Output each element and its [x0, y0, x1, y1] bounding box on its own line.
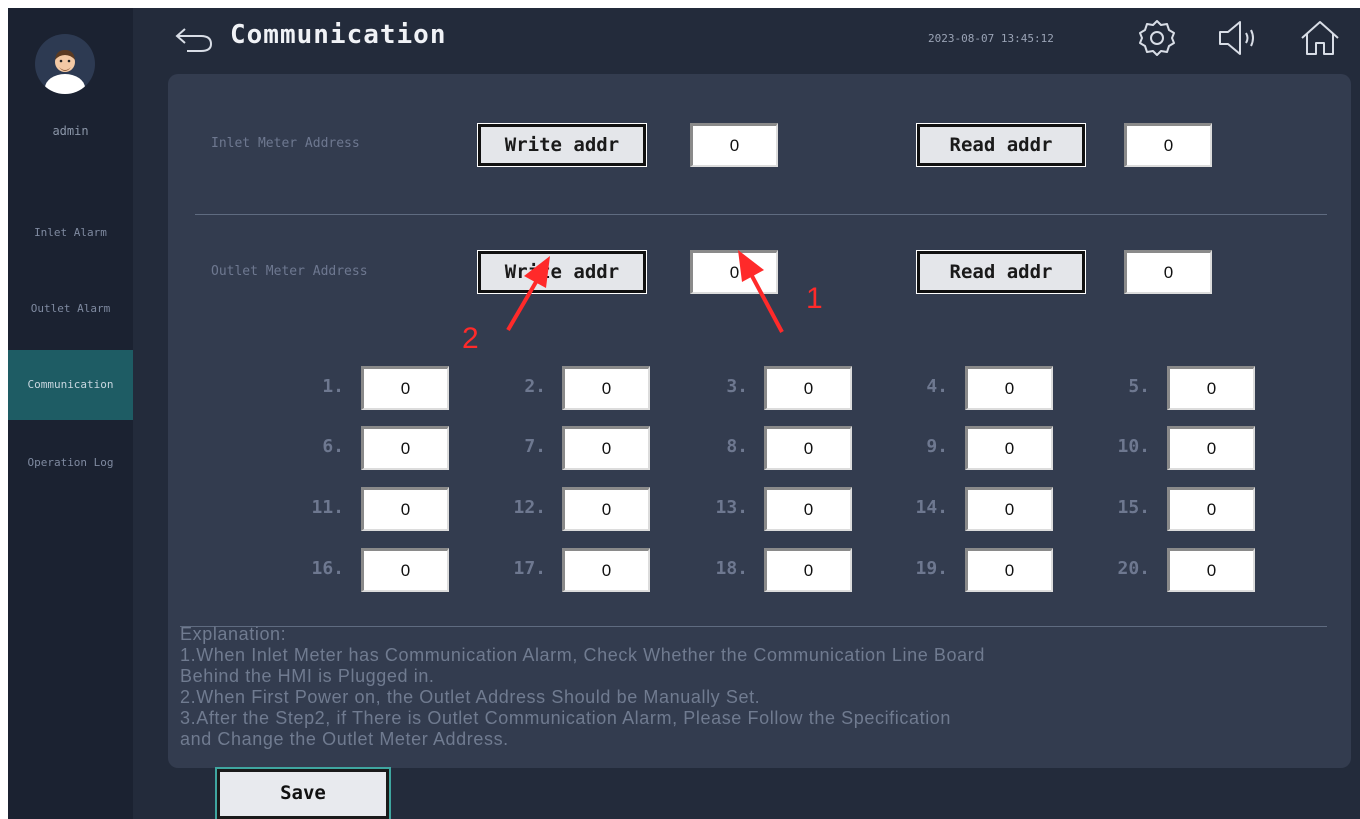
- annotation-label-1: 1: [806, 282, 823, 315]
- arrow-2-icon: [506, 256, 550, 332]
- annotation-label-2: 2: [462, 322, 479, 355]
- arrow-1-icon: [738, 250, 784, 333]
- annotation-arrows: [506, 250, 784, 333]
